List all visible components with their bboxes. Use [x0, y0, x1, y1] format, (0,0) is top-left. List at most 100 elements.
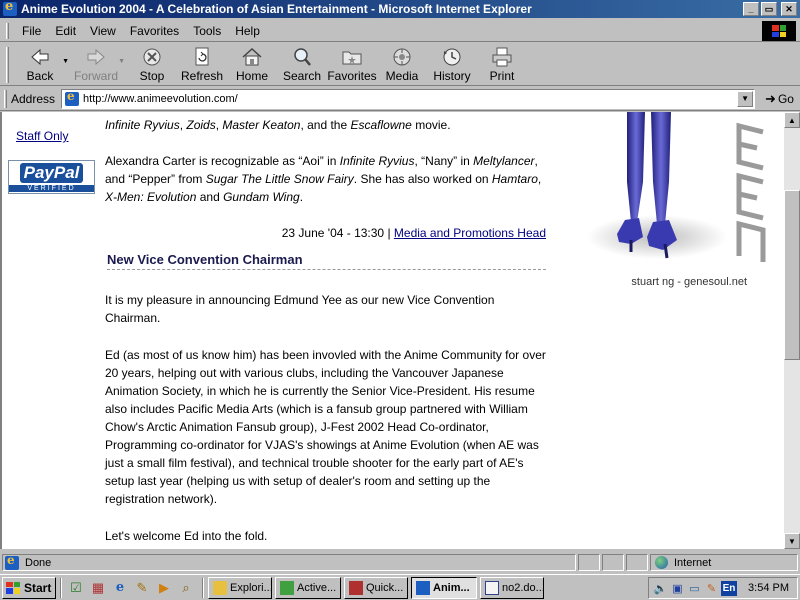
status-pane: Done — [2, 553, 576, 571]
language-indicator[interactable]: En — [721, 580, 737, 596]
quicklaunch-search-icon[interactable]: ⌕ — [176, 578, 196, 598]
text: movie. — [411, 118, 451, 132]
go-button[interactable]: ➜ Go — [765, 91, 794, 107]
standard-toolbar: Back ▼ Forward ▼ Stop Refresh Home Searc… — [0, 44, 800, 86]
refresh-label: Refresh — [180, 69, 224, 83]
refresh-icon — [195, 47, 209, 66]
volume-icon[interactable]: 🔈 — [653, 581, 668, 596]
text: , — [537, 172, 542, 186]
windows-flag-icon — [6, 581, 20, 594]
author-link[interactable]: Media and Promotions Head — [394, 226, 546, 240]
ie-task-icon — [416, 580, 430, 595]
window-titlebar[interactable]: Anime Evolution 2004 - A Celebration of … — [0, 0, 800, 18]
go-arrow-icon: ➜ — [765, 90, 776, 106]
history-button[interactable]: History — [427, 44, 477, 83]
status-bar: Done Internet — [0, 553, 800, 572]
menu-file[interactable]: File — [15, 22, 48, 40]
task-explorer[interactable]: Explori... — [208, 576, 272, 599]
scroll-down-button[interactable]: ▼ — [784, 533, 800, 549]
search-label: Search — [282, 69, 322, 83]
text: . She has also worked on — [353, 172, 492, 186]
article-paragraph-2: Alexandra Carter is recognizable as “Aoi… — [105, 152, 547, 206]
quicklaunch-ie-icon[interactable]: e — [110, 578, 130, 598]
menu-favorites[interactable]: Favorites — [123, 22, 186, 40]
forward-dropdown-icon[interactable]: ▼ — [118, 58, 125, 65]
back-dropdown-icon[interactable]: ▼ — [62, 58, 69, 65]
paypal-verified-text: VERIFIED — [9, 184, 94, 192]
address-input[interactable]: http://www.animeevolution.com/ ▼ — [61, 88, 756, 109]
security-zone-pane[interactable]: Internet — [650, 554, 798, 571]
search-icon — [294, 48, 311, 66]
back-arrow-icon — [31, 48, 49, 66]
stop-button[interactable]: Stop — [127, 44, 177, 83]
text: Alexandra Carter is recognizable as “Aoi… — [105, 154, 340, 168]
forward-button[interactable]: Forward ▼ — [71, 44, 125, 83]
search-button[interactable]: Search — [277, 44, 327, 83]
clock[interactable]: 3:54 PM — [748, 582, 789, 594]
task-label: Active... — [297, 581, 337, 594]
task-anime-evolution[interactable]: Anim... — [411, 576, 477, 599]
task-quick[interactable]: Quick... — [344, 576, 408, 599]
menu-tools[interactable]: Tools — [186, 22, 228, 40]
task-document[interactable]: no2.do... — [480, 576, 544, 599]
article-paragraph-3: It is my pleasure in announcing Edmund Y… — [105, 293, 495, 325]
menubar-grip[interactable] — [6, 22, 9, 39]
print-label: Print — [489, 69, 515, 83]
task-active[interactable]: Active... — [275, 576, 341, 599]
paypal-logo-text: PayPal — [19, 162, 84, 183]
refresh-button[interactable]: Refresh — [177, 44, 227, 83]
status-pane-progress — [578, 554, 600, 571]
network-icon[interactable]: ▣ — [670, 581, 685, 596]
taskbar-separator — [202, 577, 204, 598]
maximize-button[interactable]: ▭ — [761, 2, 777, 16]
scroll-up-button[interactable]: ▲ — [784, 112, 800, 128]
scroll-thumb[interactable] — [784, 190, 800, 360]
close-button[interactable]: ✕ — [781, 2, 797, 16]
menu-view[interactable]: View — [83, 22, 123, 40]
toolbar-grip[interactable] — [6, 47, 9, 83]
address-url[interactable]: http://www.animeevolution.com/ — [83, 93, 238, 105]
anime-title: Hamtaro — [491, 172, 538, 186]
quick-app-icon — [349, 580, 363, 595]
task-label: Quick... — [366, 581, 404, 594]
vertical-scrollbar[interactable]: ▲ ▼ — [784, 112, 800, 549]
addressbar-grip[interactable] — [4, 89, 7, 108]
active-app-icon — [280, 580, 294, 595]
minimize-button[interactable]: _ — [743, 2, 759, 16]
status-text: Done — [25, 556, 52, 569]
media-label: Media — [385, 69, 419, 83]
quicklaunch-media-icon[interactable]: ▶ — [154, 578, 174, 598]
favorites-button[interactable]: Favorites — [327, 44, 377, 83]
address-label: Address — [11, 91, 56, 106]
text: , and the — [300, 118, 351, 132]
staff-only-link[interactable]: Staff Only — [16, 129, 68, 143]
text: . — [299, 190, 304, 204]
paypal-verified-badge[interactable]: PayPal VERIFIED — [8, 160, 95, 194]
forward-arrow-icon — [87, 48, 105, 66]
back-button[interactable]: Back ▼ — [15, 44, 69, 83]
menu-help[interactable]: Help — [228, 22, 267, 40]
printer-icon — [492, 47, 512, 67]
quicklaunch-apps-icon[interactable]: ▦ — [88, 578, 108, 598]
artwork-image — [587, 112, 766, 262]
anime-title: Infinite Ryvius — [339, 154, 415, 168]
system-tray: 🔈 ▣ ▭ ✎ En 3:54 PM — [648, 577, 798, 599]
tray-app-icon[interactable]: ✎ — [704, 581, 719, 596]
quicklaunch-check-icon[interactable]: ☑ — [66, 578, 86, 598]
home-button[interactable]: Home — [227, 44, 277, 83]
home-icon — [242, 47, 262, 66]
favorites-label: Favorites — [327, 69, 377, 83]
news-title: New Vice Convention Chairman — [107, 252, 546, 270]
go-label: Go — [777, 91, 794, 106]
menu-edit[interactable]: Edit — [48, 22, 83, 40]
page-done-icon — [5, 553, 19, 570]
media-button[interactable]: Media — [377, 44, 427, 83]
word-doc-icon — [485, 580, 499, 595]
quicklaunch-tool-icon[interactable]: ✎ — [132, 578, 152, 598]
monitor-icon[interactable]: ▭ — [687, 581, 702, 596]
print-button[interactable]: Print — [477, 44, 527, 83]
start-button[interactable]: Start — [2, 576, 56, 599]
ie-icon[interactable] — [3, 0, 17, 16]
address-dropdown-icon[interactable]: ▼ — [737, 90, 754, 107]
explorer-icon — [213, 580, 227, 595]
